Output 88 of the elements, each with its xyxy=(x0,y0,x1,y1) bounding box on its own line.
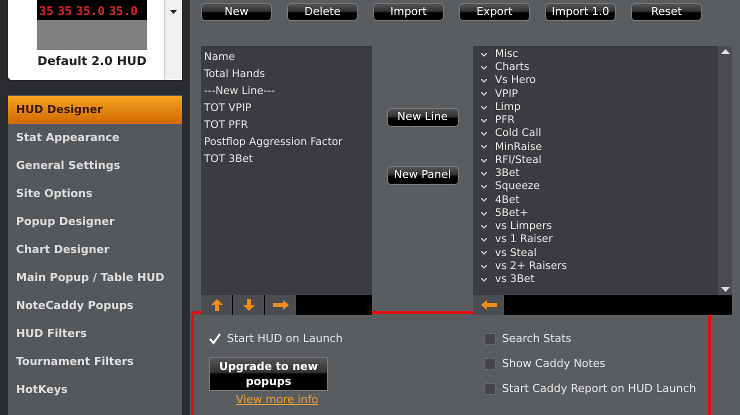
stat-category[interactable]: Limp xyxy=(495,100,521,116)
chevron-icon[interactable] xyxy=(481,278,487,282)
stat-category[interactable]: vs Limpers xyxy=(495,219,552,235)
arrow-down-icon xyxy=(242,299,254,311)
stat-category[interactable]: Cold Call xyxy=(495,126,542,142)
sidebar-item[interactable]: NoteCaddy Popups xyxy=(8,292,182,320)
hud-preview-card[interactable]: 35 35 35.0 35.0 Default 2.0 HUD xyxy=(8,0,182,80)
chevron-icon[interactable] xyxy=(481,251,487,256)
move-right-button[interactable] xyxy=(265,295,296,315)
checkbox-label: Search Stats xyxy=(502,330,572,347)
chevron-icon[interactable] xyxy=(481,238,487,242)
hud-line-item[interactable]: Postflop Aggression Factor xyxy=(204,134,369,151)
stat-category[interactable]: VPIP xyxy=(495,86,518,102)
sidebar-item[interactable]: HotKeys xyxy=(8,376,182,404)
scroll-up-icon xyxy=(720,49,730,54)
chevron-icon[interactable] xyxy=(481,264,487,269)
stat-category[interactable]: Squeeze xyxy=(495,179,540,195)
sidebar-item[interactable]: HUD Designer xyxy=(8,96,182,124)
stat-category[interactable]: Misc xyxy=(495,46,518,62)
checkbox-label: Show Caddy Notes xyxy=(502,356,606,372)
panel-button[interactable]: New Line xyxy=(386,108,458,127)
sidebar-item[interactable]: Stat Appearance xyxy=(8,124,182,152)
stat-value: 35 xyxy=(39,3,54,20)
checkbox-label: Start Caddy Report on HUD Launch xyxy=(502,380,696,397)
hud-line-item[interactable]: Name xyxy=(204,49,369,66)
scroll-down-icon xyxy=(720,287,730,292)
toolbar-button[interactable]: Reset xyxy=(631,3,702,21)
chevron-icon[interactable] xyxy=(481,224,487,229)
chevron-icon[interactable] xyxy=(481,158,487,163)
toolbar-button[interactable]: Import xyxy=(373,3,444,21)
hud-line-item[interactable]: TOT PFR xyxy=(204,117,369,134)
arrow-right-icon xyxy=(272,300,288,310)
stat-value: 35.0 xyxy=(108,3,138,20)
hud-line-item[interactable]: TOT VPIP xyxy=(204,100,369,117)
checkbox-label: Start HUD on Launch xyxy=(227,330,343,347)
sidebar-item[interactable]: Site Options xyxy=(8,180,182,208)
chevron-icon[interactable] xyxy=(481,79,487,84)
sidebar-item[interactable]: HUD Filters xyxy=(8,320,182,348)
hud-name: Default 2.0 HUD xyxy=(37,53,147,70)
caret-icon xyxy=(170,10,177,14)
chevron-icon[interactable] xyxy=(481,145,487,150)
toolbar-button[interactable]: Delete xyxy=(287,3,358,21)
sidebar-item[interactable]: General Settings xyxy=(8,152,182,180)
sidebar-item[interactable]: Popup Designer xyxy=(8,208,182,236)
scrollbar[interactable] xyxy=(718,46,732,295)
sidebar-item[interactable]: Chart Designer xyxy=(8,236,182,264)
sidebar-item[interactable]: Main Popup / Table HUD xyxy=(8,264,182,292)
chevron-icon[interactable] xyxy=(481,172,487,176)
stat-category[interactable]: vs 3Bet xyxy=(495,272,534,288)
toolbar-button[interactable]: New xyxy=(201,3,272,21)
sidebar-item[interactable]: Tournament Filters xyxy=(8,348,182,376)
hud-line-item[interactable]: TOT 3Bet xyxy=(204,151,369,168)
panel-button[interactable]: New Panel xyxy=(386,166,458,185)
chevron-icon[interactable] xyxy=(481,185,487,190)
hud-line-item[interactable]: ---New Line--- xyxy=(204,83,369,100)
move-left-button[interactable] xyxy=(473,295,504,315)
stat-category[interactable]: 4Bet xyxy=(495,192,520,208)
checkbox[interactable] xyxy=(484,358,496,370)
stat-category[interactable]: Charts xyxy=(495,60,530,76)
toolbar-button[interactable]: Export xyxy=(459,3,530,21)
stat-category[interactable]: vs 1 Raiser xyxy=(495,232,553,248)
stat-category[interactable]: 3Bet xyxy=(495,166,520,182)
stat-category[interactable]: Vs Hero xyxy=(495,73,536,89)
checkbox[interactable] xyxy=(484,333,496,345)
chevron-icon[interactable] xyxy=(481,212,487,216)
move-down-button[interactable] xyxy=(233,295,264,315)
stat-category[interactable]: 5Bet+ xyxy=(495,206,528,222)
stat-category[interactable]: vs 2+ Raisers xyxy=(495,258,567,274)
stat-value: 35 xyxy=(57,3,72,20)
chevron-icon[interactable] xyxy=(481,132,487,136)
checkbox[interactable] xyxy=(484,383,496,395)
toolbar-button[interactable]: Import 1.0 xyxy=(545,3,616,21)
chevron-icon[interactable] xyxy=(481,198,487,202)
stat-value: 35.0 xyxy=(76,3,105,20)
move-up-button[interactable] xyxy=(201,295,232,315)
arrow-up-icon xyxy=(210,299,222,311)
hud-line-item[interactable]: Total Hands xyxy=(204,66,369,83)
stat-category[interactable]: MinRaise xyxy=(495,140,542,156)
chevron-icon[interactable] xyxy=(481,106,487,110)
arrow-left-icon xyxy=(480,300,496,310)
chevron-icon[interactable] xyxy=(481,52,487,57)
upgrade-button[interactable]: Upgrade to new popups xyxy=(209,357,328,391)
stat-category[interactable]: PFR xyxy=(495,113,515,129)
chevron-icon[interactable] xyxy=(481,92,487,96)
stat-category[interactable]: RFI/Steal xyxy=(495,152,542,168)
stat-category[interactable]: vs Steal xyxy=(495,246,537,262)
chevron-icon[interactable] xyxy=(481,66,487,70)
chevron-icon[interactable] xyxy=(481,118,487,123)
